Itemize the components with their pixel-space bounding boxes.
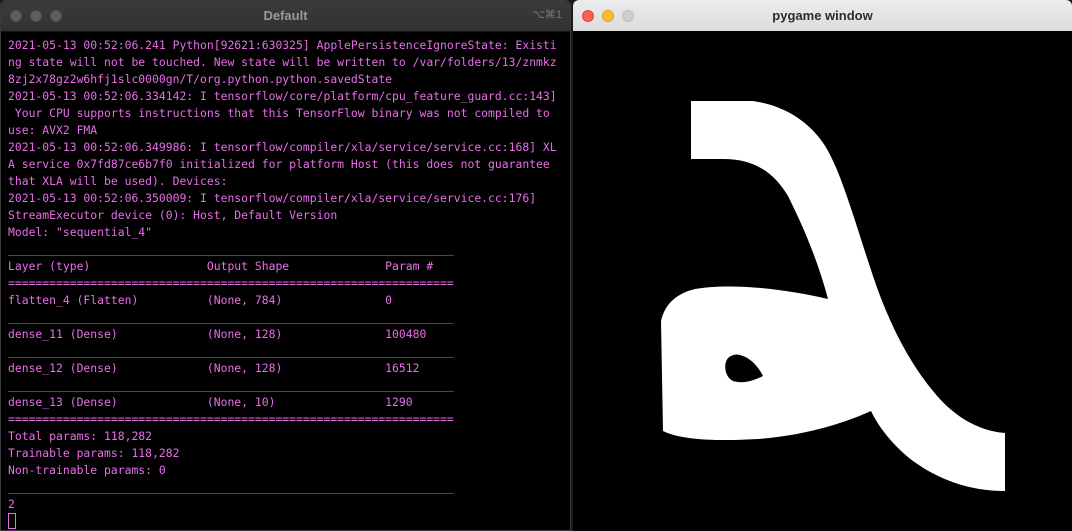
terminal-line: Total params: 118,282	[8, 429, 153, 443]
terminal-line: ========================================…	[8, 276, 454, 290]
terminal-line: ________________________________________…	[8, 344, 454, 358]
terminal-line: ng state will not be touched. New state …	[8, 55, 557, 69]
terminal-line: ________________________________________…	[8, 480, 454, 494]
terminal-title: Default	[263, 8, 308, 23]
terminal-line: ========================================…	[8, 412, 454, 426]
terminal-line: ________________________________________…	[8, 310, 454, 324]
terminal-line: ________________________________________…	[8, 242, 454, 256]
terminal-prompt[interactable]	[8, 513, 570, 530]
terminal-line: Non-trainable params: 0	[8, 463, 166, 477]
terminal-line: 2021-05-13 00:52:06.350009: I tensorflow…	[8, 191, 537, 205]
terminal-line: Model: "sequential_4"	[8, 225, 153, 239]
terminal-output[interactable]: 2021-05-13 00:52:06.241 Python[92621:630…	[1, 32, 570, 530]
terminal-line: 2021-05-13 00:52:06.241 Python[92621:630…	[8, 38, 557, 52]
terminal-line: 8zj2x78gz2w6hfj1slc0000gn/T/org.python.p…	[8, 72, 393, 86]
drawing-canvas[interactable]	[573, 31, 1072, 531]
terminal-line: 2021-05-13 00:52:06.334142: I tensorflow…	[8, 89, 557, 103]
terminal-line: A service 0x7fd87ce6b7f0 initialized for…	[8, 157, 550, 171]
terminal-line: Trainable params: 118,282	[8, 446, 180, 460]
terminal-line: ________________________________________…	[8, 378, 454, 392]
terminal-line: use: AVX2 FMA	[8, 123, 98, 137]
pygame-titlebar[interactable]: pygame window	[573, 0, 1072, 32]
terminal-line: 2021-05-13 00:52:06.349986: I tensorflow…	[8, 140, 557, 154]
terminal-line: Layer (type) Output Shape Param #	[8, 259, 434, 273]
terminal-line: dense_11 (Dense) (None, 128) 100480	[8, 327, 427, 341]
terminal-line: 2	[8, 497, 15, 511]
terminal-line: StreamExecutor device (0): Host, Default…	[8, 208, 338, 222]
terminal-window[interactable]: Default ⌥⌘1 2021-05-13 00:52:06.241 Pyth…	[0, 0, 571, 531]
terminal-line: that XLA will be used). Devices:	[8, 174, 228, 188]
terminal-line: Your CPU supports instructions that this…	[8, 106, 550, 120]
cursor	[8, 513, 16, 529]
pygame-title: pygame window	[772, 8, 873, 23]
terminal-line: flatten_4 (Flatten) (None, 784) 0	[8, 293, 393, 307]
terminal-line: dense_12 (Dense) (None, 128) 16512	[8, 361, 420, 375]
terminal-line: dense_13 (Dense) (None, 10) 1290	[8, 395, 413, 409]
terminal-titlebar[interactable]: Default ⌥⌘1	[1, 1, 570, 32]
window-shortcut: ⌥⌘1	[532, 9, 562, 21]
pygame-window[interactable]: pygame window	[573, 0, 1072, 531]
